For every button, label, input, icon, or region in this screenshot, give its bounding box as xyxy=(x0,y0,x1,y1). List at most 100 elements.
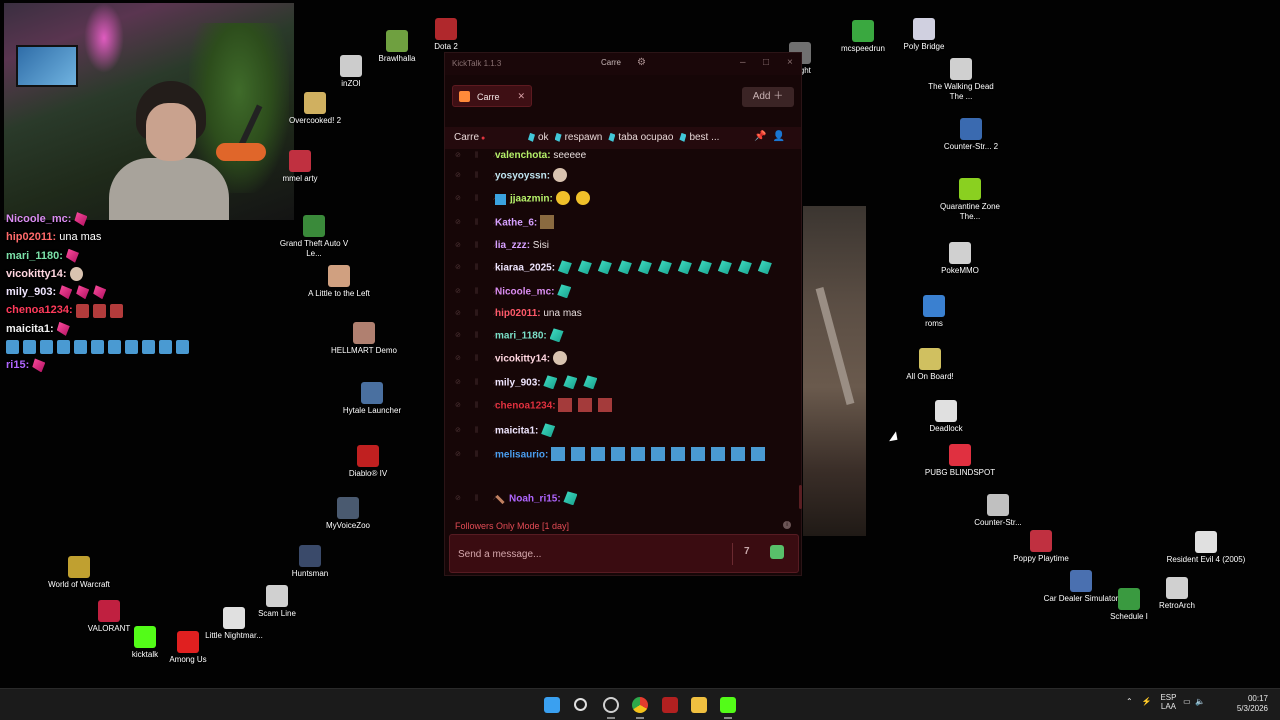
chat-message[interactable]: ⊘ ⫼ ↗ Noah_ri15: xyxy=(445,488,799,510)
desktop-shortcut[interactable]: Grand Theft Auto V Le... xyxy=(274,215,354,259)
close-tab-icon[interactable]: ✕ xyxy=(517,91,525,102)
desktop-shortcut[interactable]: A Little to the Left xyxy=(299,265,379,299)
chat-username[interactable]: mari_1180 xyxy=(495,331,543,342)
emote-icon[interactable] xyxy=(549,328,564,343)
emote-icon[interactable] xyxy=(591,447,606,462)
emote-icon[interactable] xyxy=(611,447,626,462)
chat-message[interactable]: ⊘ ⫼ ↗ vicokitty14: xyxy=(445,348,799,370)
chat-username[interactable]: Kathe_6 xyxy=(495,218,534,229)
desktop-shortcut[interactable]: Counter-Str... xyxy=(958,494,1038,528)
chat-username[interactable]: lia_zzz xyxy=(495,240,527,251)
emote-icon[interactable] xyxy=(557,284,572,299)
minimize-button[interactable]: – xyxy=(740,57,746,68)
emote-icon[interactable] xyxy=(751,447,766,462)
tab-carre[interactable]: Carre ✕ xyxy=(452,85,532,107)
desktop-shortcut[interactable]: inZOI xyxy=(311,55,391,89)
chat-username[interactable]: chenoa1234 xyxy=(495,401,552,412)
pin-icon[interactable]: 📌 xyxy=(754,131,772,142)
emote-icon[interactable] xyxy=(558,398,573,413)
emote-icon[interactable] xyxy=(571,447,586,462)
desktop-shortcut[interactable]: Hytale Launcher xyxy=(332,382,412,416)
info-icon[interactable]: i xyxy=(783,521,791,529)
emote-picker-icon[interactable] xyxy=(770,545,784,559)
chat-username[interactable]: melisaurio xyxy=(495,450,545,461)
message-input[interactable] xyxy=(458,545,728,563)
emote-icon[interactable] xyxy=(631,447,646,462)
desktop-shortcut[interactable]: Poly Bridge xyxy=(884,18,964,52)
desktop-shortcut[interactable]: PUBG BLINDSPOT xyxy=(920,444,1000,478)
emote-icon[interactable] xyxy=(617,260,632,275)
add-channel-button[interactable]: Add ＋ xyxy=(742,87,794,107)
emote-icon[interactable] xyxy=(757,260,772,275)
pinned-item[interactable]: taba ocupao xyxy=(618,132,673,143)
chat-username[interactable]: Noah_ri15 xyxy=(509,494,557,505)
chat-message[interactable]: ⊘ ⫼ ↗ chenoa1234: xyxy=(445,395,799,417)
emote-icon[interactable] xyxy=(563,375,578,390)
title-bar[interactable]: KickTalk 1.1.3 Carre ⚙ – □ × xyxy=(445,53,801,75)
chrome-icon[interactable] xyxy=(632,697,648,713)
desktop-shortcut[interactable]: All On Board! xyxy=(890,348,970,382)
clock[interactable]: 00:17 5/3/2026 xyxy=(1228,694,1268,714)
kicktalk-icon[interactable] xyxy=(720,697,736,713)
desktop-shortcut[interactable]: The Walking Dead The ... xyxy=(921,58,1001,102)
emote-icon[interactable] xyxy=(543,375,558,390)
chat-username[interactable]: hip02011 xyxy=(495,308,537,319)
emote-icon[interactable] xyxy=(551,447,566,462)
chat-username[interactable]: mily_903 xyxy=(495,378,537,389)
emote-icon[interactable] xyxy=(557,260,572,275)
maximize-button[interactable]: □ xyxy=(763,57,769,68)
desktop-shortcut[interactable]: RetroArch xyxy=(1137,577,1217,611)
gear-icon[interactable]: ⚙ xyxy=(637,57,646,68)
active-app-icon[interactable] xyxy=(603,697,619,713)
start-icon[interactable] xyxy=(544,697,560,713)
pinned-item[interactable]: ok xyxy=(538,132,549,143)
emote-icon[interactable] xyxy=(717,260,732,275)
desktop-shortcut[interactable]: Deadlock xyxy=(906,400,986,434)
system-tray[interactable]: ⌃ ⚡ ESP LAA ▭ 🔈 xyxy=(1126,693,1205,711)
emote-icon[interactable] xyxy=(563,491,578,506)
title-channel[interactable]: Carre xyxy=(601,58,621,67)
desktop-shortcut[interactable]: roms xyxy=(894,295,974,329)
channel-name[interactable]: Carre ● xyxy=(454,132,485,143)
chat-username[interactable]: vicokitty14 xyxy=(495,354,547,365)
monitor-icon[interactable]: ▭ xyxy=(1183,697,1191,706)
chat-message[interactable]: ⊘ ⫼ ↗ jjaazmin: xyxy=(445,188,799,210)
search-icon[interactable] xyxy=(574,698,587,711)
emote-icon[interactable] xyxy=(583,375,598,390)
emote-icon[interactable] xyxy=(555,191,570,206)
emote-icon[interactable] xyxy=(711,447,726,462)
emote-icon[interactable] xyxy=(671,447,686,462)
pinned-item[interactable]: best ... xyxy=(689,132,719,143)
chevron-up-icon[interactable]: ⌃ xyxy=(1126,697,1133,706)
desktop-shortcut[interactable]: World of Warcraft xyxy=(39,556,119,590)
emote-icon[interactable] xyxy=(651,447,666,462)
desktop-shortcut[interactable]: Poppy Playtime xyxy=(1001,530,1081,564)
emote-icon[interactable] xyxy=(737,260,752,275)
emote-icon[interactable] xyxy=(575,191,590,206)
scrollbar[interactable] xyxy=(799,485,802,509)
emote-icon[interactable] xyxy=(677,260,692,275)
chat-message[interactable]: ⊘ ⫼ ↗ hip02011: una mas xyxy=(445,303,799,325)
desktop-shortcut[interactable]: MyVoiceZoo xyxy=(308,497,388,531)
emote-icon[interactable] xyxy=(598,398,613,413)
kick-emotes-icon[interactable]: 7 xyxy=(744,546,750,557)
desktop-shortcut[interactable]: HELLMART Demo xyxy=(324,322,404,356)
emote-icon[interactable] xyxy=(578,398,593,413)
user-icon[interactable]: 👤 xyxy=(773,131,791,142)
desktop-shortcut[interactable]: Counter-Str... 2 xyxy=(931,118,1011,152)
emote-icon[interactable] xyxy=(657,260,672,275)
desktop-shortcut[interactable]: mmel arty xyxy=(260,150,340,184)
chat-message[interactable]: ⊘ ⫼ ↗ Nicoole_mc: xyxy=(445,281,799,303)
chat-message[interactable]: ⊘ ⫼ ↗ mily_903: xyxy=(445,372,799,394)
emote-icon[interactable] xyxy=(637,260,652,275)
language-indicator[interactable]: ESP LAA xyxy=(1160,693,1176,711)
close-button[interactable]: × xyxy=(787,57,793,68)
chat-message[interactable]: ⊘ ⫼ ↗ melisaurio: xyxy=(445,444,799,466)
chat-username[interactable]: jjaazmin xyxy=(510,194,549,205)
chat-username[interactable]: maicita1 xyxy=(495,426,535,437)
chat-username[interactable]: kiaraa_2025 xyxy=(495,263,552,274)
volume-icon[interactable]: 🔈 xyxy=(1195,697,1205,706)
desktop-shortcut[interactable]: Resident Evil 4 (2005) xyxy=(1166,531,1246,565)
desktop-shortcut[interactable]: Overcooked! 2 xyxy=(275,92,355,126)
chat-username[interactable]: valenchota xyxy=(495,150,547,161)
